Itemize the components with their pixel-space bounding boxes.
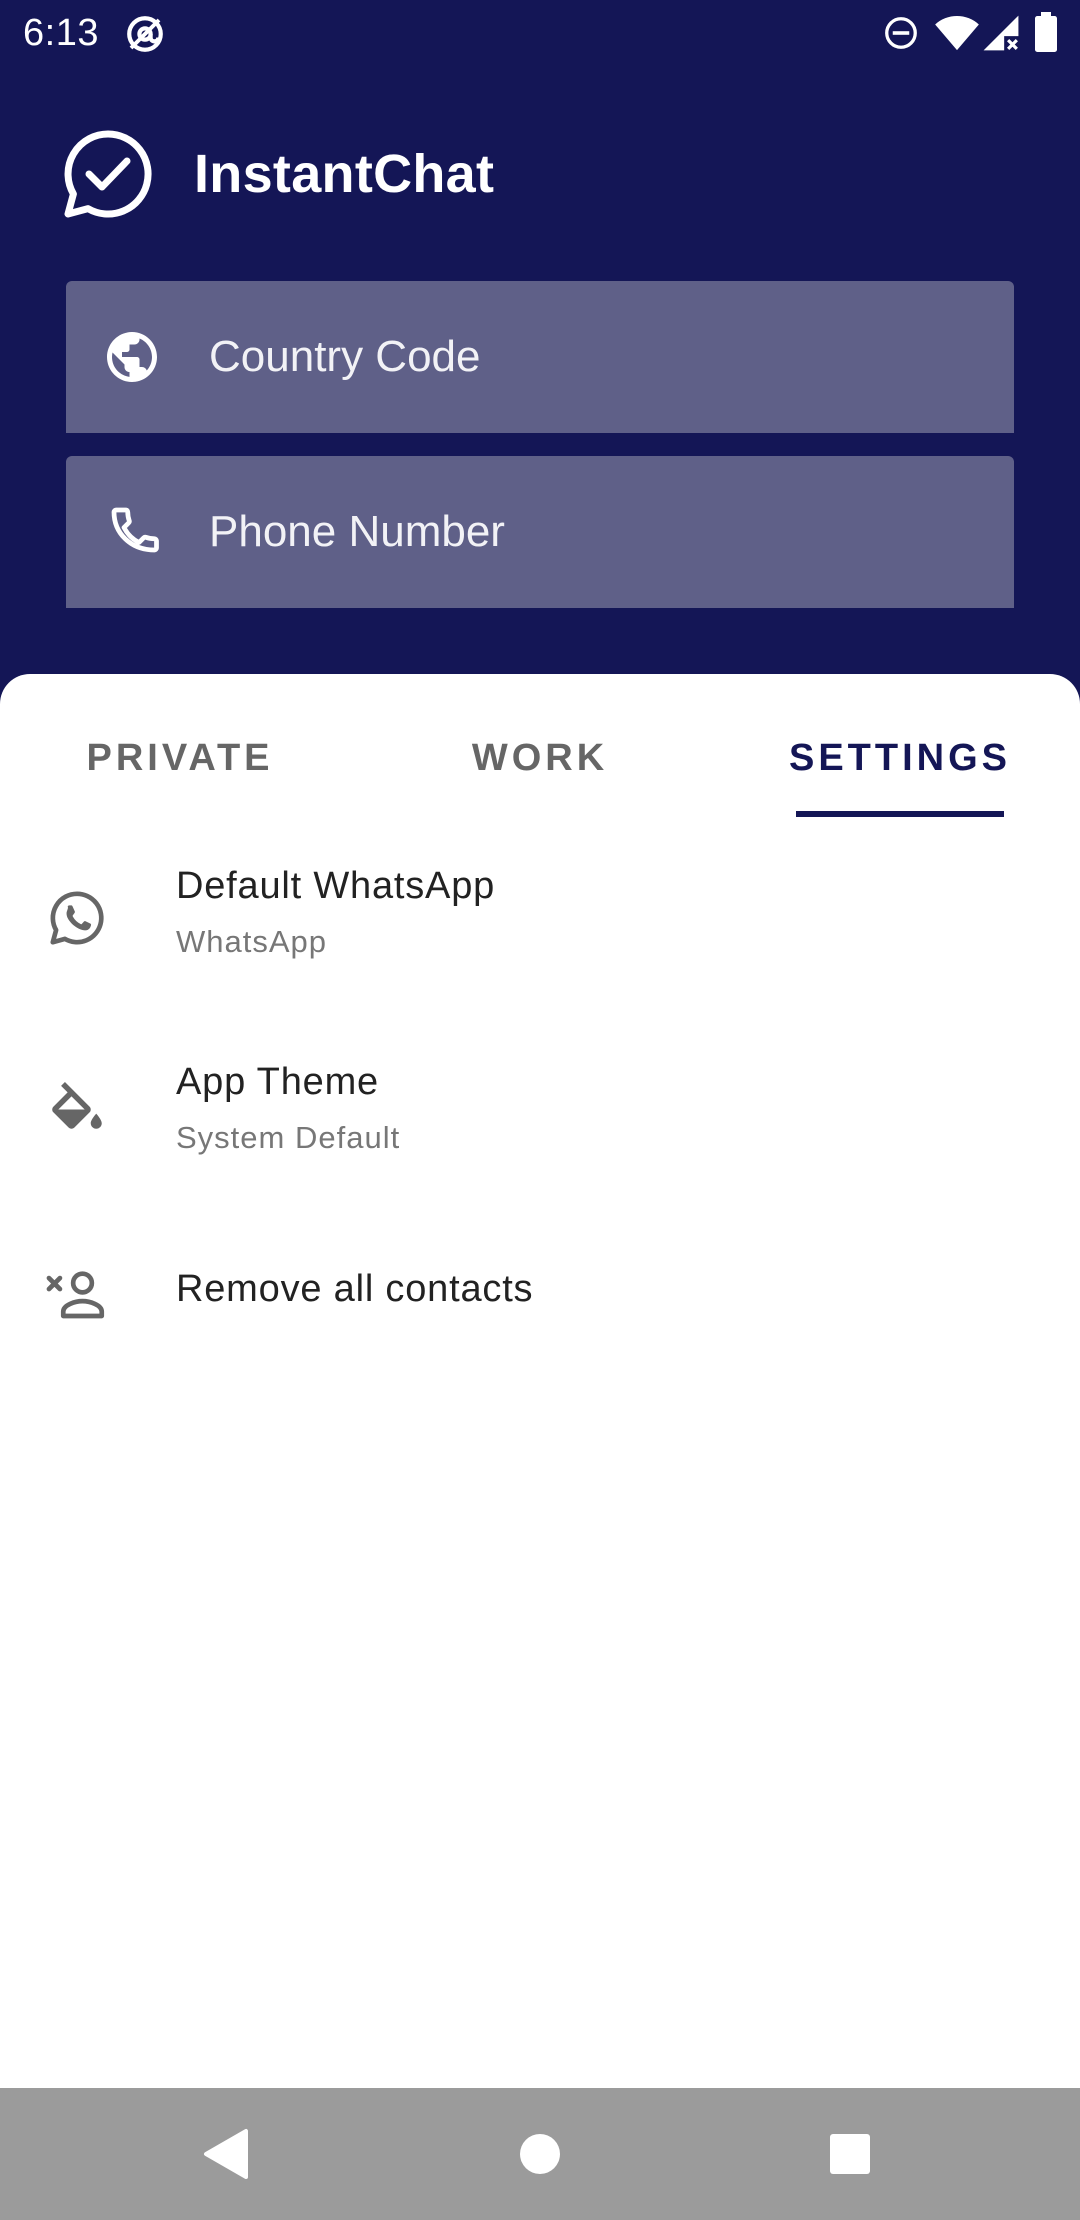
tab-settings[interactable]: SETTINGS — [784, 728, 1016, 818]
globe-icon — [107, 332, 157, 382]
whatsapp-icon — [50, 891, 104, 945]
phone-icon — [111, 507, 159, 553]
phone-number-field[interactable] — [66, 456, 1014, 608]
recents-icon[interactable] — [810, 2114, 890, 2194]
status-time: 6:13 — [23, 12, 99, 54]
signal-no-data-icon — [983, 15, 1019, 51]
app-title: InstantChat — [194, 144, 495, 204]
country-code-input[interactable] — [209, 281, 989, 433]
tab-indicator — [796, 811, 1004, 817]
setting-title: Default WhatsApp — [176, 865, 496, 907]
home-icon[interactable] — [500, 2114, 580, 2194]
remove-person-icon — [46, 1271, 105, 1319]
setting-remove-all-contacts[interactable]: Remove all contacts — [0, 1210, 1080, 1350]
tab-work[interactable]: WORK — [400, 728, 680, 818]
setting-subtitle: System Default — [176, 1120, 401, 1155]
chat-check-icon — [64, 130, 152, 218]
paint-bucket-icon — [52, 1082, 102, 1129]
setting-title: App Theme — [176, 1061, 379, 1103]
setting-title: Remove all contacts — [176, 1268, 534, 1310]
setting-subtitle: WhatsApp — [176, 924, 328, 959]
setting-default-whatsapp[interactable]: Default WhatsApp WhatsApp — [0, 818, 1080, 1014]
setting-app-theme[interactable]: App Theme System Default — [0, 1014, 1080, 1210]
do-not-disturb-icon — [885, 17, 917, 49]
navigation-bar — [0, 2088, 1080, 2220]
app-header: InstantChat — [0, 66, 1080, 674]
phone-number-input[interactable] — [209, 456, 989, 608]
battery-icon — [1035, 12, 1057, 52]
at-sign-icon — [127, 16, 163, 52]
bottom-sheet: PRIVATE WORK SETTINGS Default WhatsApp W… — [0, 674, 1080, 2088]
tab-private[interactable]: PRIVATE — [40, 728, 320, 818]
wifi-icon — [935, 15, 979, 51]
back-icon[interactable] — [186, 2114, 266, 2194]
status-bar: 6:13 — [0, 0, 1080, 66]
tab-bar: PRIVATE WORK SETTINGS — [0, 674, 1080, 818]
country-code-field[interactable] — [66, 281, 1014, 433]
